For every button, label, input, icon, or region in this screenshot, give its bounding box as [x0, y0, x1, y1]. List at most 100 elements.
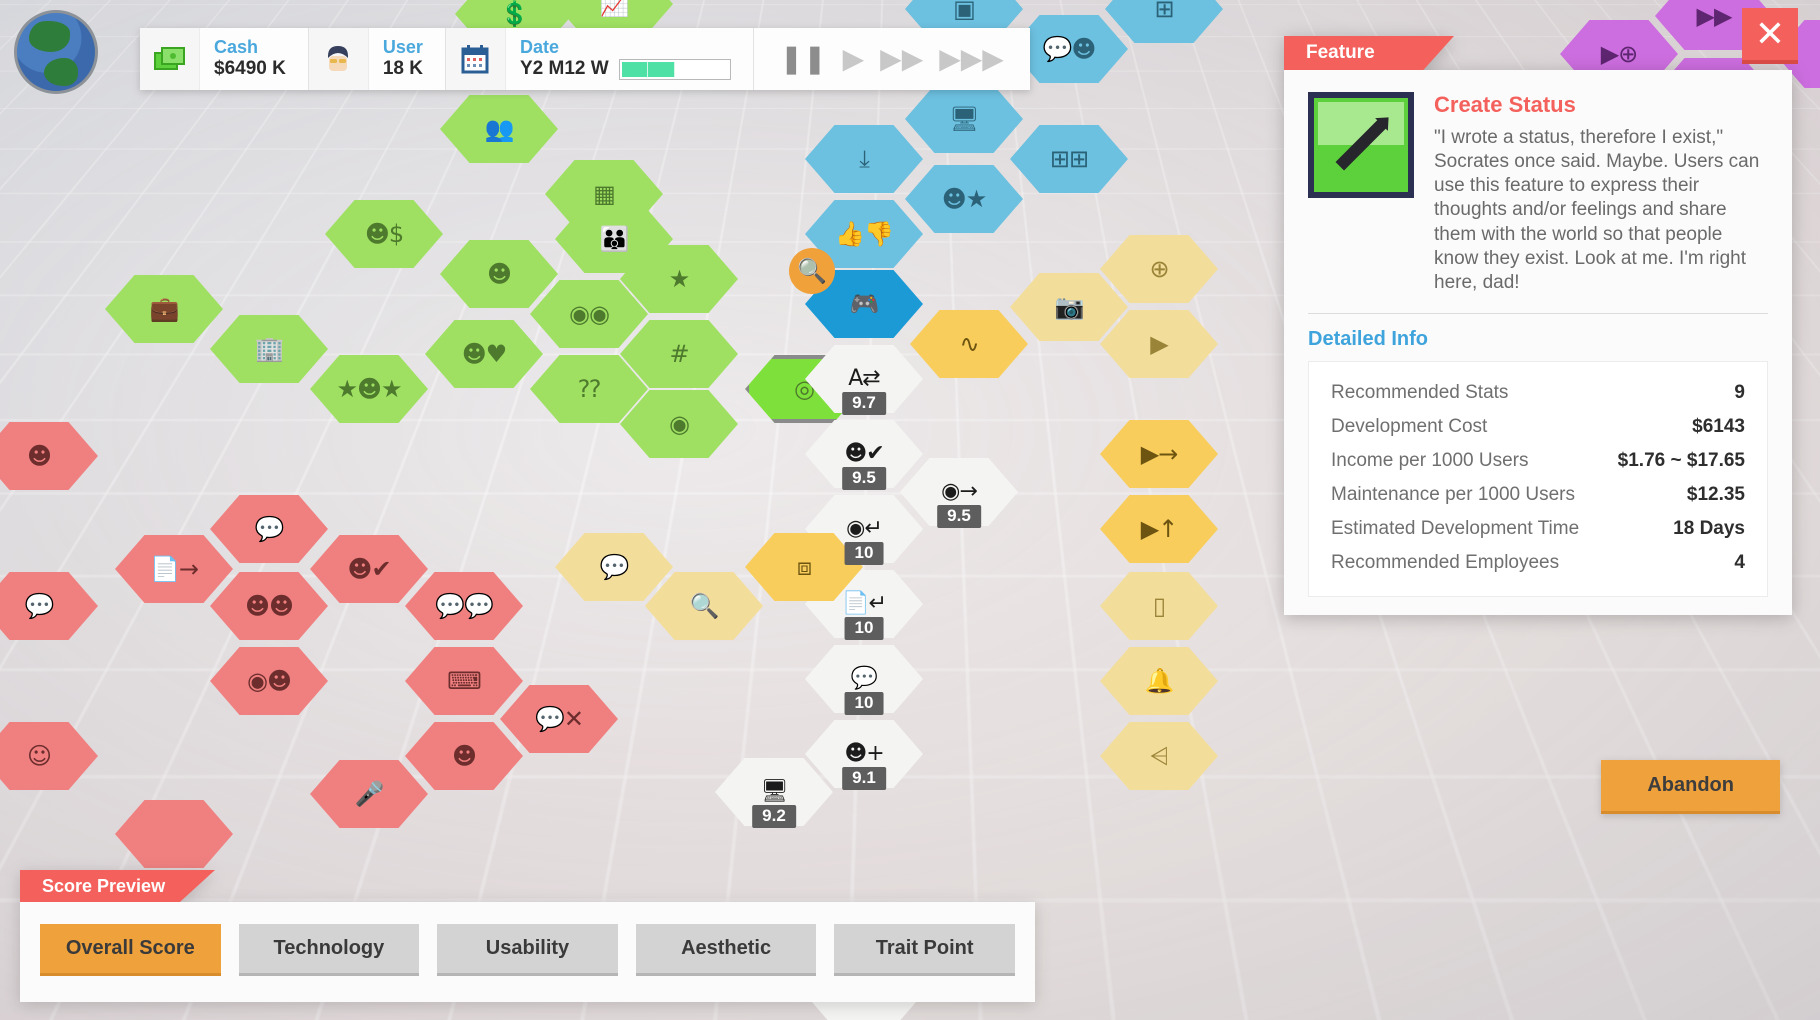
- hud-cash-value: $6490 K: [214, 58, 286, 80]
- feature-description: "I wrote a status, therefore I exist," S…: [1434, 127, 1760, 293]
- hud-user-card[interactable]: User 18 K: [308, 28, 446, 90]
- hex-green-chart-top-glyph-icon: 📈: [599, 0, 630, 18]
- hex-yellow-video-up[interactable]: ▶↑: [1100, 495, 1218, 563]
- hex-red-partial-bottom[interactable]: [115, 800, 233, 868]
- hex-white-user-verify-glyph-icon: ☻✔: [844, 441, 884, 466]
- hex-red-bubble-flag-glyph-icon: 💬: [254, 515, 285, 543]
- fast-forward-button[interactable]: ▶▶: [880, 45, 923, 73]
- hex-red-user-circle[interactable]: ◉☻: [210, 647, 328, 715]
- hex-blue-gamepad-active-glyph-icon: 🎮: [849, 290, 880, 318]
- hex-green-hash-glyph-icon: #: [669, 340, 689, 368]
- hex-white-translate-glyph-icon: A⇄: [848, 366, 881, 391]
- hex-green-group-compare[interactable]: 👥: [440, 95, 558, 163]
- score-preview-tabs[interactable]: Overall Score Technology Usability Aestheti…: [20, 902, 1035, 1002]
- hud-user-text: User 18 K: [369, 37, 445, 81]
- hex-yellow-phone[interactable]: ▯: [1100, 572, 1218, 640]
- hud-date-label: Date: [519, 36, 559, 57]
- score-tab-overall-score[interactable]: Overall Score: [40, 924, 221, 976]
- pause-button[interactable]: ❚❚: [780, 45, 827, 73]
- hex-yellow-share[interactable]: ⩤: [1100, 722, 1218, 790]
- hex-blue-user-chat-glyph-icon: 💬☻: [1042, 35, 1097, 63]
- close-icon[interactable]: ✕: [1742, 8, 1798, 64]
- feature-panel-tab: Feature: [1284, 36, 1454, 70]
- hex-yellow-video-forward[interactable]: ▶→: [1100, 420, 1218, 488]
- magnifier-icon[interactable]: 🔍: [789, 248, 835, 294]
- score-tab-aesthetic[interactable]: Aesthetic: [635, 924, 817, 976]
- hex-blue-network[interactable]: ⊞⊞: [1010, 125, 1128, 193]
- hex-yellow-phone-glyph-icon: ▯: [1152, 592, 1166, 620]
- hud-cash-card[interactable]: Cash $6490 K: [140, 28, 309, 90]
- hex-green-user-heart[interactable]: ☻♥: [425, 320, 543, 388]
- hex-red-face-emoji-glyph-icon: ☻: [451, 742, 477, 770]
- hud-date-card[interactable]: Date Y2 M12 W: [445, 28, 754, 90]
- hex-blue-monitor-glyph-icon: 🖥: [949, 105, 979, 133]
- detailed-info-table: Recommended Stats 9 Development Cost $6143 I…: [1308, 360, 1768, 597]
- info-row-value: $12.35: [1686, 483, 1745, 505]
- hex-red-face-scan[interactable]: ☺: [0, 722, 98, 790]
- globe-icon[interactable]: [14, 10, 98, 94]
- hex-green-user-heart-wrap: ☻♥: [425, 320, 543, 388]
- feature-panel-body: Create Status "I wrote a status, therefo…: [1284, 70, 1792, 615]
- hex-red-mic-glyph-icon: 🎤: [354, 780, 385, 808]
- hex-white-video-call-glyph-icon: 🖥: [760, 779, 789, 804]
- hex-yellow-tv-play[interactable]: ▶: [1100, 310, 1218, 378]
- info-row-key: Maintenance per 1000 Users: [1331, 483, 1575, 505]
- hex-yellow-tv-play-glyph-icon: ▶: [1150, 330, 1168, 358]
- hex-red-user-block-wrap: ☻: [0, 422, 98, 490]
- abandon-button[interactable]: Abandon: [1601, 760, 1780, 814]
- money-icon: [140, 28, 200, 90]
- hex-green-money-top-glyph-icon: 💲: [499, 0, 530, 28]
- hex-red-two-bubbles[interactable]: 💬💬: [405, 572, 523, 640]
- hex-blue-clipboard[interactable]: ⊞: [1105, 0, 1223, 43]
- hex-red-user-check-glyph-icon: ☻✔: [347, 555, 391, 583]
- hex-white-video-call[interactable]: 🖥: [715, 758, 833, 826]
- hex-green-star-user[interactable]: ★☻★: [310, 355, 428, 423]
- info-row-key: Recommended Stats: [1331, 381, 1509, 403]
- info-row: Recommended Stats 9: [1331, 376, 1745, 410]
- hex-white-comment[interactable]: 💬: [805, 645, 923, 713]
- hex-white-translate[interactable]: A⇄: [805, 345, 923, 413]
- info-row-key: Recommended Employees: [1331, 551, 1560, 573]
- info-row: Maintenance per 1000 Users $12.35: [1331, 478, 1745, 512]
- hex-green-star-badge-glyph-icon: ★: [668, 265, 690, 293]
- hex-red-two-bubbles-glyph-icon: 💬💬: [435, 592, 494, 620]
- hex-yellow-wave-glyph-icon: ∿: [959, 330, 979, 358]
- speed-controls[interactable]: ❚❚ ▶ ▶▶ ▶▶▶: [753, 28, 1030, 90]
- user-avatar-icon: [308, 28, 369, 90]
- hex-yellow-bell[interactable]: 🔔: [1100, 647, 1218, 715]
- play-button[interactable]: ▶: [843, 45, 865, 73]
- fastest-forward-button[interactable]: ▶▶▶: [939, 45, 1004, 73]
- hex-red-mic[interactable]: 🎤: [310, 760, 428, 828]
- info-row-value: 18 Days: [1673, 517, 1745, 539]
- hex-green-pin[interactable]: ◉: [620, 390, 738, 458]
- hex-yellow-video-forward-wrap: ▶→: [1100, 420, 1218, 488]
- hud-date-value: Y2 M12 W: [519, 58, 609, 80]
- score-tab-technology[interactable]: Technology: [238, 924, 420, 976]
- hex-green-face-money[interactable]: ☻$: [325, 200, 443, 268]
- feature-text-block: Create Status "I wrote a status, therefo…: [1434, 92, 1768, 295]
- hex-red-mic-wrap: 🎤: [310, 760, 428, 828]
- hex-green-briefcase[interactable]: 💼: [105, 275, 223, 343]
- hex-yellow-search[interactable]: 🔍: [645, 572, 763, 640]
- hex-yellow-phone-wrap: ▯: [1100, 572, 1218, 640]
- info-row-value: $6143: [1692, 415, 1745, 437]
- hex-red-two-users[interactable]: ☻☻: [210, 572, 328, 640]
- hex-red-user-circle-wrap: ◉☻: [210, 647, 328, 715]
- hex-green-calendar-glyph-icon: ▦: [593, 180, 616, 208]
- hex-red-user-block[interactable]: ☻: [0, 422, 98, 490]
- hex-green-star-user-glyph-icon: ★☻★: [336, 375, 402, 403]
- pencil-create-icon: [1308, 92, 1414, 198]
- score-tab-trait-point[interactable]: Trait Point: [834, 924, 1015, 976]
- calendar-icon: [445, 28, 506, 90]
- score-tab-usability[interactable]: Usability: [437, 924, 618, 976]
- hex-green-face-money-glyph-icon: ☻$: [364, 220, 404, 248]
- info-row: Income per 1000 Users $1.76 ~ $17.65: [1331, 444, 1745, 478]
- hex-red-chat-left[interactable]: 💬: [0, 572, 98, 640]
- hex-red-user-circle-glyph-icon: ◉☻: [247, 667, 292, 695]
- hex-yellow-chat-a-glyph-icon: 💬: [599, 553, 630, 581]
- info-row-value: 9: [1734, 381, 1745, 403]
- hex-green-building-glyph-icon: 🏢: [254, 335, 285, 363]
- hex-blue-image-edit-glyph-icon: ▣: [953, 0, 976, 23]
- info-row-key: Income per 1000 Users: [1331, 449, 1529, 471]
- hex-yellow-search-wrap: 🔍: [645, 572, 763, 640]
